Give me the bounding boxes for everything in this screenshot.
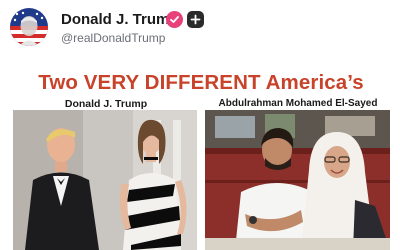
user-handle[interactable]: @realDonaldTrump — [61, 31, 165, 45]
avatar[interactable] — [10, 8, 48, 46]
right-photo — [205, 110, 390, 250]
post-image[interactable]: Two VERY DIFFERENT America’s Donald J. T… — [10, 62, 392, 250]
left-photo — [13, 110, 197, 250]
plus-button[interactable] — [187, 11, 204, 28]
plus-icon — [190, 14, 201, 25]
right-caption: Abdulrahman Mohamed El-Sayed — [218, 98, 378, 109]
left-caption: Donald J. Trump — [64, 98, 148, 110]
verified-check-icon — [166, 11, 183, 28]
display-name[interactable]: Donald J. Trump — [61, 11, 179, 28]
flag-portrait-icon — [10, 8, 48, 46]
meme-headline: Two VERY DIFFERENT America’s — [38, 71, 364, 94]
post-header: Donald J. Trump @realDonaldTrump — [0, 0, 400, 56]
